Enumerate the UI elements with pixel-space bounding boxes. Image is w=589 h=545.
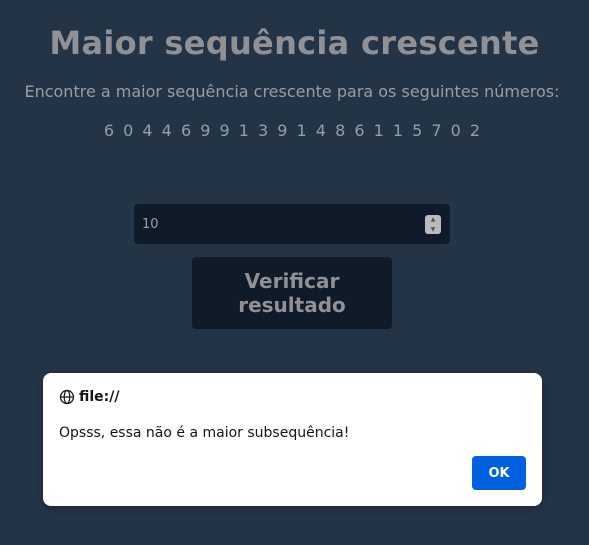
stepper-down-icon[interactable]: ▼ [425, 225, 441, 234]
dialog-message: Opsss, essa não é a maior subsequência! [59, 425, 350, 441]
stepper-up-icon[interactable]: ▲ [425, 215, 441, 224]
answer-field: ▲ ▼ [134, 204, 450, 244]
alert-dialog: file:// Opsss, essa não é a maior subseq… [43, 373, 542, 506]
globe-icon [59, 389, 75, 405]
number-sequence: 6 0 4 4 6 9 9 1 3 9 1 4 8 6 1 1 5 7 0 2 [103, 121, 481, 140]
number-stepper[interactable]: ▲ ▼ [425, 215, 441, 234]
verify-result-button[interactable]: Verificar resultado [192, 257, 392, 329]
ok-button[interactable]: OK [472, 456, 526, 490]
dialog-header: file:// [59, 389, 120, 405]
dialog-origin: file:// [79, 389, 120, 405]
answer-input[interactable] [134, 204, 450, 244]
page-title: Maior sequência crescente [49, 24, 540, 62]
instructions-text: Encontre a maior sequência crescente par… [24, 82, 560, 101]
